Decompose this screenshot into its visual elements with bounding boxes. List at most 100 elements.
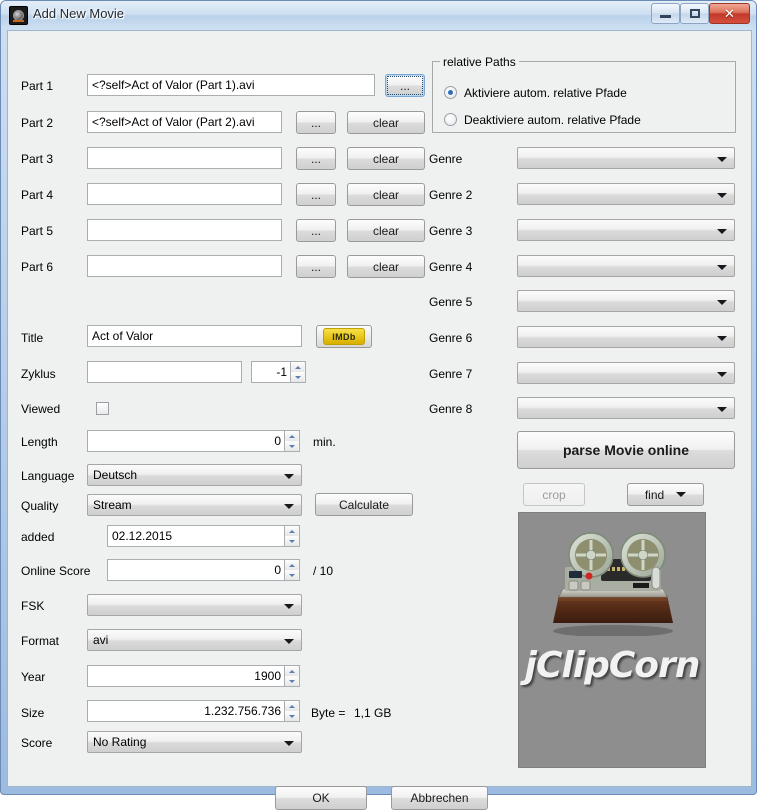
viewed-label: Viewed [21, 402, 61, 416]
ok-button[interactable]: OK [275, 786, 367, 810]
genre-6-select[interactable] [517, 326, 735, 348]
format-label: Format [21, 634, 60, 648]
year-spinner-down[interactable] [285, 676, 298, 686]
format-select[interactable]: avi [87, 629, 302, 651]
part-5-label: Part 5 [21, 224, 54, 238]
score-value: No Rating [93, 735, 147, 749]
fsk-label: FSK [21, 599, 45, 613]
length-input[interactable] [87, 430, 285, 452]
online-score-spinner[interactable] [285, 559, 300, 581]
part-4-label: Part 4 [21, 188, 54, 202]
part-4-browse-button[interactable]: ... [296, 183, 336, 206]
online-score-input[interactable] [107, 559, 285, 581]
score-select[interactable]: No Rating [87, 731, 302, 753]
cover-image[interactable]: jClipCorn [518, 512, 706, 768]
year-spinner[interactable] [285, 665, 300, 687]
genre-5-select[interactable] [517, 290, 735, 312]
part-2-label: Part 2 [21, 116, 54, 130]
chevron-down-icon [284, 474, 294, 479]
language-select[interactable]: Deutsch [87, 464, 302, 486]
cover-caption: jClipCorn [524, 645, 701, 686]
genre-3-select[interactable] [517, 219, 735, 241]
added-input[interactable] [107, 525, 285, 547]
zyklus-label: Zyklus [21, 367, 56, 381]
zyklus-input[interactable] [87, 361, 242, 383]
dialog-content: Part 1 ... Part 2 ... clear Part 3 ... c… [7, 30, 752, 810]
genre-7-label: Genre 7 [429, 367, 473, 381]
quality-select[interactable]: Stream [87, 494, 302, 516]
radio-disable-relative-paths-label: Deaktiviere autom. relative Pfade [464, 113, 641, 127]
crop-button[interactable]: crop [523, 483, 585, 506]
title-input[interactable] [87, 325, 302, 347]
year-label: Year [21, 670, 46, 684]
dialog-window: Add New Movie ✕ Part 1 ... Part 2 ... cl… [0, 0, 757, 810]
zyklus-spinner[interactable] [291, 361, 306, 383]
part-3-browse-button[interactable]: ... [296, 147, 336, 170]
part-1-browse-button[interactable]: ... [385, 74, 425, 97]
title-label: Title [21, 331, 44, 345]
chevron-down-icon [284, 741, 294, 746]
part-5-clear-button[interactable]: clear [347, 219, 425, 242]
zyklus-number-input[interactable] [251, 361, 291, 383]
radio-enable-relative-paths-label: Aktiviere autom. relative Pfade [464, 86, 627, 100]
radio-disable-relative-paths[interactable] [444, 113, 457, 126]
minimize-icon [660, 14, 671, 18]
part-2-input[interactable] [87, 111, 282, 133]
chevron-down-icon [717, 372, 727, 377]
genre-7-select[interactable] [517, 362, 735, 384]
online-score-spinner-down[interactable] [285, 570, 298, 580]
fsk-select[interactable] [87, 594, 302, 616]
maximize-icon [689, 9, 700, 18]
cancel-button[interactable]: Abbrechen [391, 786, 488, 810]
chevron-down-icon [717, 265, 727, 270]
part-3-clear-button[interactable]: clear [347, 147, 425, 170]
chevron-down-icon [284, 504, 294, 509]
part-6-input[interactable] [87, 255, 282, 277]
genre-2-select[interactable] [517, 183, 735, 205]
imdb-button[interactable]: IMDb [316, 325, 372, 348]
genre-4-select[interactable] [517, 255, 735, 277]
year-input[interactable] [87, 665, 285, 687]
chevron-down-icon [717, 336, 727, 341]
part-6-browse-button[interactable]: ... [296, 255, 336, 278]
format-value: avi [93, 633, 109, 647]
added-spinner[interactable] [285, 525, 300, 547]
part-2-browse-button[interactable]: ... [296, 111, 336, 134]
part-4-clear-button[interactable]: clear [347, 183, 425, 206]
genre-1-select[interactable] [517, 147, 735, 169]
part-5-browse-button[interactable]: ... [296, 219, 336, 242]
genre-2-label: Genre 2 [429, 188, 473, 202]
length-spinner-down[interactable] [285, 441, 298, 451]
genre-4-label: Genre 4 [429, 260, 473, 274]
radio-enable-relative-paths[interactable] [444, 86, 457, 99]
part-3-label: Part 3 [21, 152, 54, 166]
size-human-label: 1,1 GB [354, 706, 392, 720]
length-spinner[interactable] [285, 430, 300, 452]
size-spinner-down[interactable] [285, 711, 298, 721]
size-input[interactable] [87, 700, 285, 722]
parse-movie-online-button[interactable]: parse Movie online [517, 431, 735, 469]
part-3-input[interactable] [87, 147, 282, 169]
viewed-checkbox[interactable] [96, 402, 109, 415]
chevron-down-icon [676, 492, 687, 497]
genre-5-label: Genre 5 [429, 295, 473, 309]
close-button[interactable]: ✕ [709, 3, 750, 24]
size-label: Size [21, 706, 45, 720]
size-spinner[interactable] [285, 700, 300, 722]
language-value: Deutsch [93, 468, 138, 482]
zyklus-spinner-down[interactable] [291, 372, 304, 382]
part-2-clear-button[interactable]: clear [347, 111, 425, 134]
language-label: Language [21, 469, 75, 483]
genre-6-label: Genre 6 [429, 331, 473, 345]
added-spinner-down[interactable] [285, 536, 298, 546]
part-4-input[interactable] [87, 183, 282, 205]
part-5-input[interactable] [87, 219, 282, 241]
part-1-input[interactable] [87, 74, 375, 96]
find-button[interactable]: find [627, 483, 704, 506]
quality-label: Quality [21, 499, 59, 513]
genre-8-select[interactable] [517, 397, 735, 419]
maximize-button[interactable] [680, 3, 709, 24]
calculate-button[interactable]: Calculate [315, 493, 413, 516]
minimize-button[interactable] [651, 3, 680, 24]
part-6-clear-button[interactable]: clear [347, 255, 425, 278]
